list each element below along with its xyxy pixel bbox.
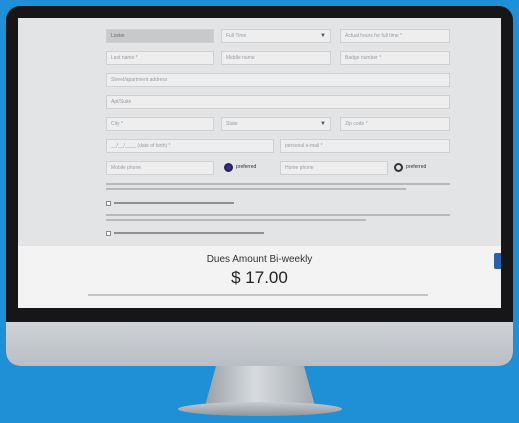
hours-field[interactable]: Actual hours for full time * [340, 29, 450, 43]
state-value: State [226, 121, 238, 127]
first-name-field[interactable]: Loster [106, 29, 214, 43]
chevron-down-icon: ▼ [320, 33, 326, 39]
city-field[interactable]: City * [106, 117, 214, 131]
chevron-down-icon: ▼ [320, 121, 326, 127]
mobile-phone-field[interactable]: Mobile phone [106, 161, 214, 175]
disclaimer-text-line [106, 183, 450, 185]
address2-field[interactable]: Apt/Suite [106, 95, 450, 109]
fine-print-line [88, 294, 428, 296]
zip-field[interactable]: Zip code * [340, 117, 450, 131]
email-field[interactable]: personal e-mail * [280, 139, 450, 153]
home-preferred-label: preferred [406, 164, 427, 170]
home-phone-field[interactable]: Home phone [280, 161, 388, 175]
checkbox-2-label [114, 232, 264, 234]
dues-section: Dues Amount Bi-weekly $ 17.00 [18, 246, 501, 308]
street-address-field[interactable]: Street/apartment address [106, 73, 450, 87]
employment-select[interactable]: Full Time ▼ [221, 29, 331, 43]
dues-amount: $ 17.00 [231, 268, 288, 287]
mobile-preferred-radio[interactable] [224, 163, 233, 172]
state-select[interactable]: State ▼ [221, 117, 331, 131]
checkbox-2[interactable] [106, 231, 111, 236]
middle-name-field[interactable]: Middle name [221, 51, 331, 65]
last-name-field[interactable]: Last name * [106, 51, 214, 65]
mobile-preferred-label: preferred [236, 164, 257, 170]
monitor-stand-base [178, 402, 342, 416]
home-preferred-radio[interactable] [394, 163, 403, 172]
side-tab-button[interactable] [494, 253, 501, 269]
screen: Loster Full Time ▼ Actual hours for full… [18, 18, 501, 308]
badge-number-field[interactable]: Badge number * [340, 51, 450, 65]
disclaimer-text-line [106, 188, 406, 190]
checkbox-1-label [114, 202, 234, 204]
checkbox-1[interactable] [106, 201, 111, 206]
consent-text-line [106, 219, 366, 221]
dob-field[interactable]: __/__/____ (date of birth) * [106, 139, 274, 153]
monitor-stand [205, 366, 315, 406]
consent-text-line [106, 214, 450, 216]
dues-title: Dues Amount Bi-weekly [206, 254, 313, 265]
employment-value: Full Time [226, 33, 247, 39]
monitor: Loster Full Time ▼ Actual hours for full… [6, 6, 513, 366]
monitor-chin [6, 322, 513, 366]
